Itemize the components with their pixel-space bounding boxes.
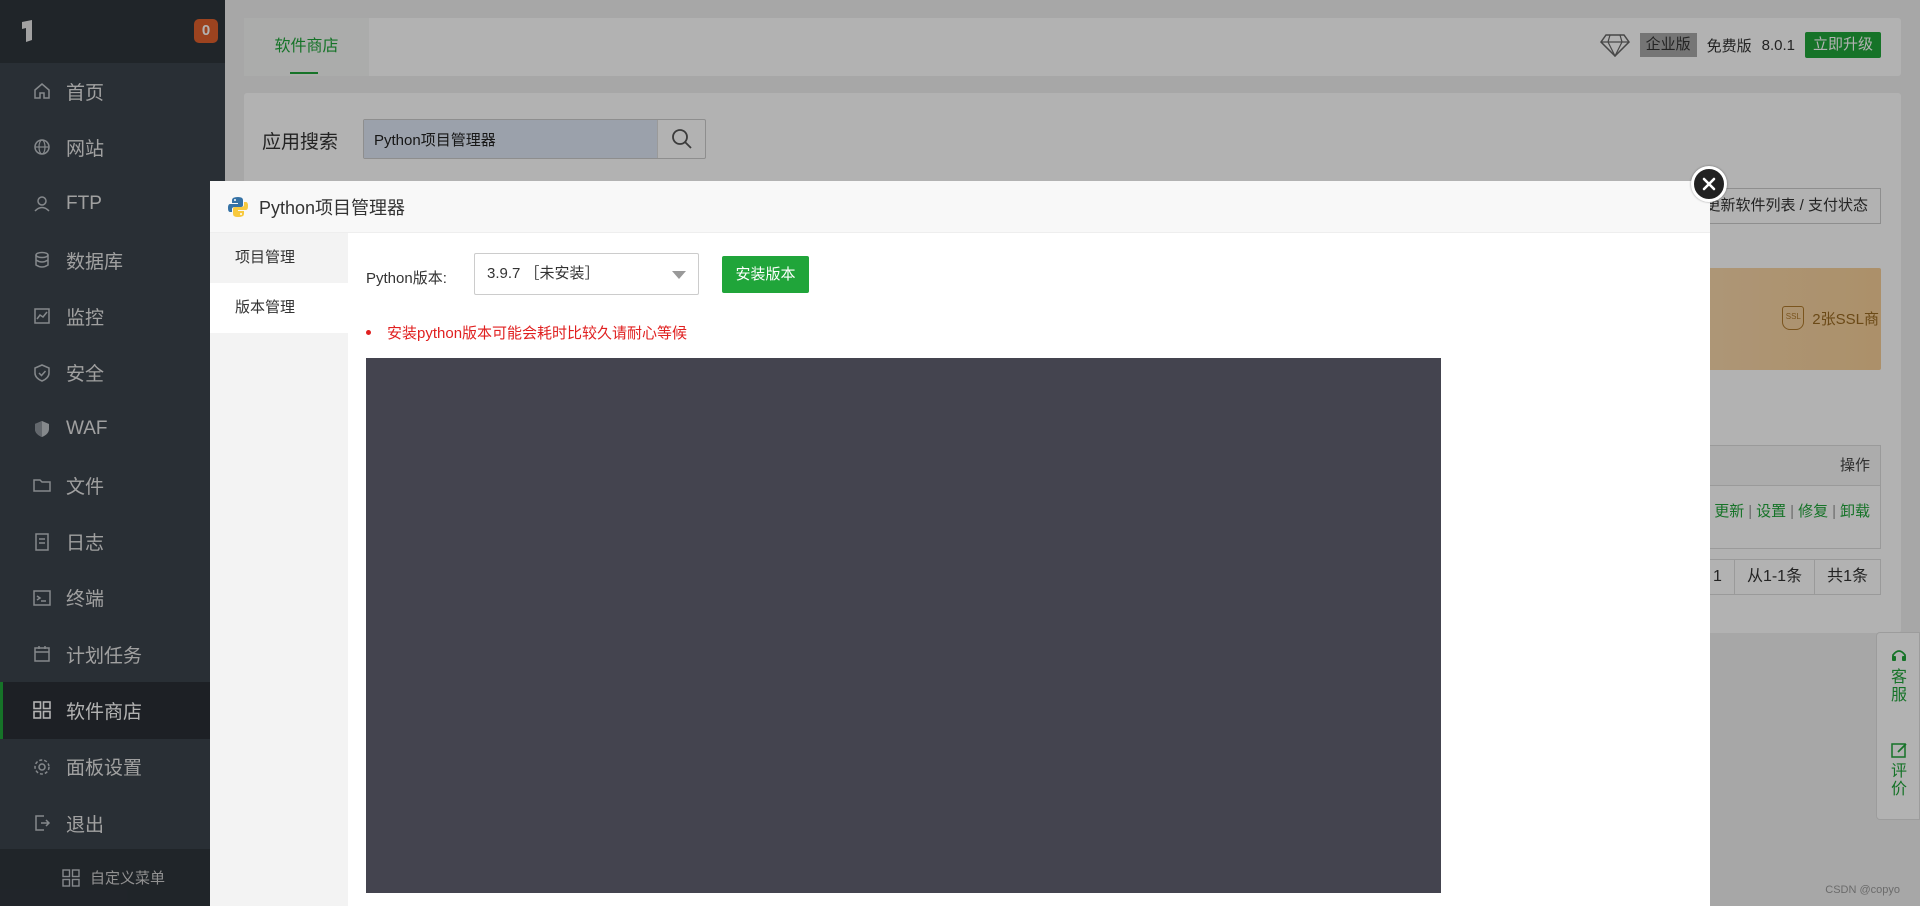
install-warning: 安装python版本可能会耗时比较久请耐心等候 xyxy=(366,322,687,343)
dropdown-arrow-icon xyxy=(672,271,686,279)
bullet-icon xyxy=(366,330,371,335)
dialog-sidebar: 项目管理 版本管理 xyxy=(210,233,348,906)
python-icon xyxy=(228,196,248,217)
tab-project-management[interactable]: 项目管理 xyxy=(210,233,348,283)
dialog-close-button[interactable] xyxy=(1691,166,1727,202)
tab-version-management[interactable]: 版本管理 xyxy=(210,283,348,333)
python-version-label: Python版本: xyxy=(366,270,447,287)
close-icon xyxy=(1702,177,1716,191)
dialog-header: Python项目管理器 xyxy=(210,181,1710,233)
dialog-body: Python版本: 3.9.7 ［未安装］ 安装版本 安装python版本可能会… xyxy=(366,233,1710,906)
selected-version: 3.9.7 ［未安装］ xyxy=(487,265,600,282)
install-log-console[interactable] xyxy=(366,358,1441,893)
dialog-title: Python项目管理器 xyxy=(259,197,406,218)
warning-text: 安装python版本可能会耗时比较久请耐心等候 xyxy=(387,325,688,342)
install-version-button[interactable]: 安装版本 xyxy=(722,256,809,293)
python-manager-dialog: Python项目管理器 项目管理 版本管理 Python版本: 3.9.7 ［未… xyxy=(210,181,1710,906)
python-version-select[interactable]: 3.9.7 ［未安装］ xyxy=(474,253,699,295)
